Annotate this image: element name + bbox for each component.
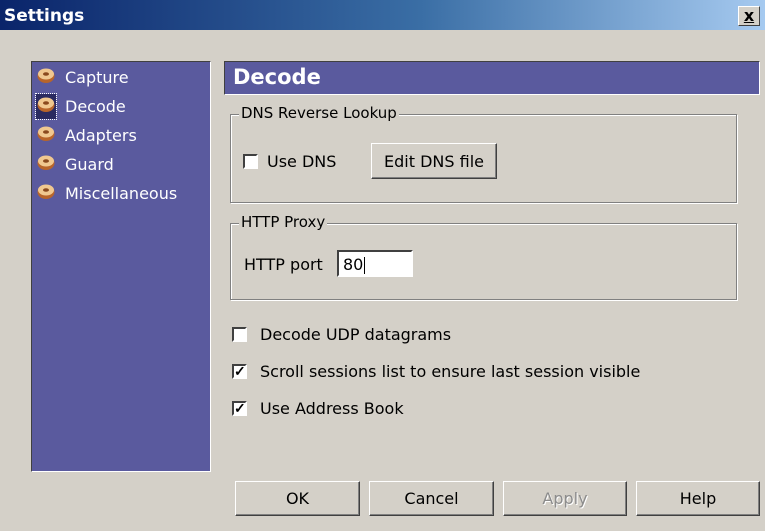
donut-icon — [37, 68, 55, 83]
use-address-book-checkbox[interactable]: ✓ — [232, 401, 247, 416]
sidebar-item-label: Capture — [65, 67, 129, 87]
donut-icon — [37, 184, 55, 199]
close-button[interactable]: x — [738, 6, 760, 26]
sidebar-item-guard[interactable]: Guard — [36, 151, 114, 177]
donut-icon — [37, 97, 55, 112]
use-address-book-label: Use Address Book — [260, 399, 404, 418]
window-title: Settings — [4, 6, 85, 26]
http-port-label: HTTP port — [244, 255, 323, 274]
apply-button[interactable]: Apply — [503, 481, 627, 516]
cancel-button[interactable]: Cancel — [369, 481, 494, 516]
group-label: DNS Reverse Lookup — [239, 104, 399, 122]
section-header: Decode — [224, 61, 760, 95]
scroll-sessions-label: Scroll sessions list to ensure last sess… — [260, 362, 641, 381]
sidebar-item-adapters[interactable]: Adapters — [36, 122, 137, 148]
use-dns-label: Use DNS — [267, 152, 337, 171]
use-dns-checkbox[interactable] — [243, 154, 258, 169]
http-port-field[interactable]: 80 — [337, 250, 413, 277]
sidebar-item-label: Decode — [65, 96, 126, 116]
scroll-sessions-checkbox[interactable]: ✓ — [232, 364, 247, 379]
help-button[interactable]: Help — [636, 481, 760, 516]
decode-udp-checkbox[interactable] — [232, 327, 247, 342]
sidebar-item-decode[interactable]: Decode — [35, 92, 126, 120]
donut-icon — [37, 126, 55, 141]
settings-category-list: Capture Decode Adapters Guard Miscellane… — [31, 61, 211, 472]
group-label: HTTP Proxy — [239, 213, 328, 231]
donut-icon — [37, 155, 55, 170]
sidebar-item-label: Miscellaneous — [65, 183, 178, 203]
decode-udp-label: Decode UDP datagrams — [260, 325, 452, 344]
sidebar-item-label: Guard — [65, 154, 114, 174]
text-caret — [364, 257, 366, 274]
sidebar-item-miscellaneous[interactable]: Miscellaneous — [36, 180, 177, 206]
edit-dns-file-button[interactable]: Edit DNS file — [371, 143, 497, 179]
ok-button[interactable]: OK — [235, 481, 360, 516]
sidebar-item-label: Adapters — [65, 125, 137, 145]
title-bar[interactable]: Settings x — [0, 0, 765, 30]
settings-dialog: Settings x Capture Decode Adapters Guard… — [0, 0, 765, 531]
page-title: Decode — [233, 65, 321, 89]
http-port-value: 80 — [343, 255, 364, 274]
sidebar-item-capture[interactable]: Capture — [36, 64, 129, 90]
close-icon: x — [743, 6, 755, 25]
